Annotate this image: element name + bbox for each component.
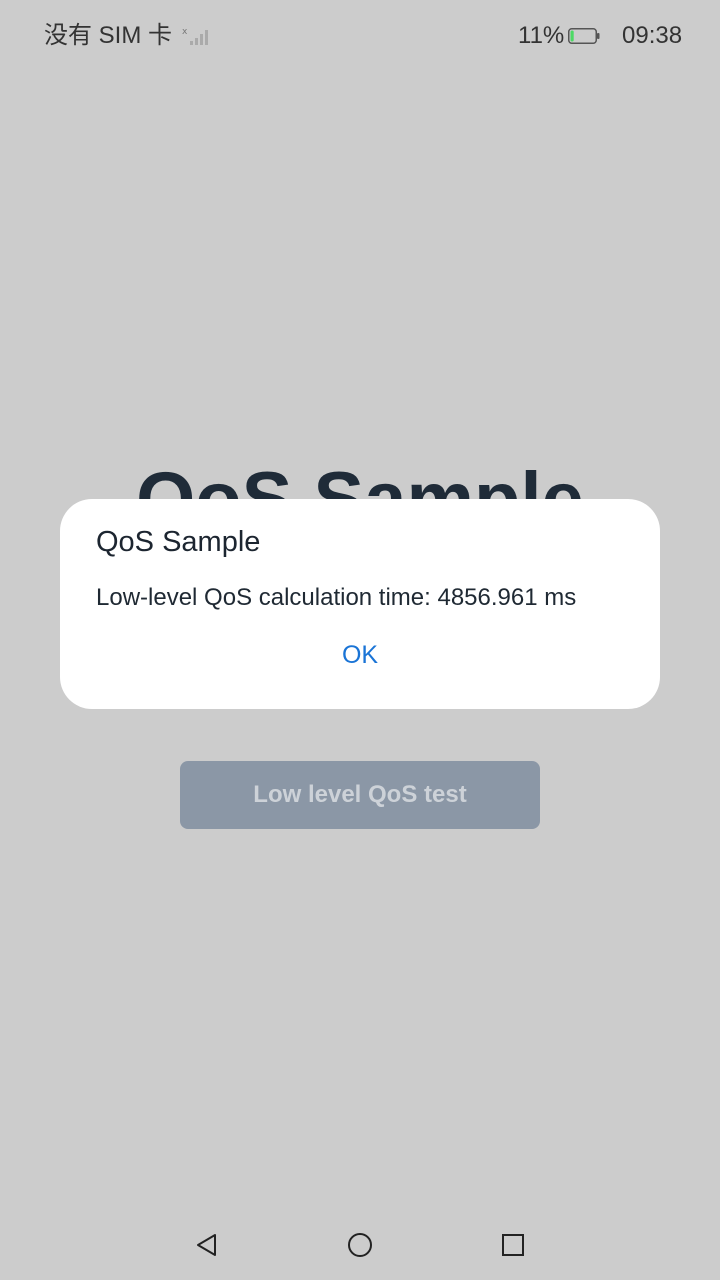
svg-text:x: x (182, 27, 188, 37)
battery-icon (568, 28, 600, 44)
low-level-qos-test-button[interactable]: Low level QoS test (180, 761, 540, 829)
recent-square-icon[interactable] (496, 1228, 530, 1262)
battery-percent: 11% (518, 22, 565, 49)
result-dialog: QoS Sample Low-level QoS calculation tim… (60, 499, 660, 709)
dialog-title: QoS Sample (96, 526, 261, 558)
back-triangle-icon[interactable] (190, 1228, 224, 1262)
battery-fill (570, 30, 574, 42)
ok-button[interactable]: OK (260, 635, 460, 675)
status-bar: 没有 SIM 卡 x 11% 09:38 (0, 0, 720, 72)
home-circle-icon[interactable] (343, 1228, 377, 1262)
signal-icon: x (182, 27, 208, 45)
navigation-bar (0, 1210, 720, 1280)
carrier-label: 没有 SIM 卡 (44, 22, 173, 49)
dialog-message: Low-level QoS calculation time: 4856.961… (96, 584, 577, 611)
clock: 09:38 (622, 22, 683, 49)
